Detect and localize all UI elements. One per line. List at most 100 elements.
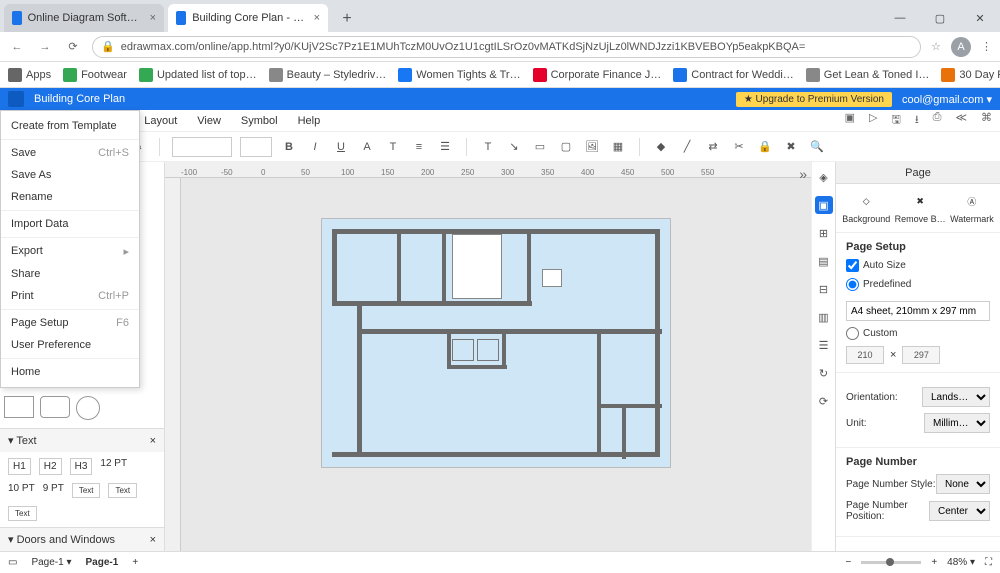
- close-icon[interactable]: ×: [150, 435, 156, 447]
- search-button[interactable]: 🔍: [808, 138, 826, 156]
- connector-button[interactable]: ↘: [505, 138, 523, 156]
- minimize-button[interactable]: —: [880, 4, 920, 32]
- h3-button[interactable]: H3: [70, 458, 93, 475]
- shape-rect-button[interactable]: ▭: [531, 138, 549, 156]
- image-button[interactable]: 🖼: [583, 138, 601, 156]
- orientation-select[interactable]: Lands…: [922, 387, 990, 407]
- line-button[interactable]: ╱: [678, 138, 696, 156]
- drawing-page[interactable]: [321, 218, 671, 468]
- font-select[interactable]: [172, 137, 232, 157]
- page-select[interactable]: Page-1 ▾: [31, 557, 71, 568]
- bookmark-item[interactable]: Updated list of top…: [139, 68, 257, 82]
- menu-save-as[interactable]: Save As: [1, 164, 139, 186]
- auto-size-checkbox[interactable]: Auto Size: [846, 259, 906, 272]
- font-size-select[interactable]: [240, 137, 272, 157]
- tab-watermark[interactable]: ⒶWatermark: [950, 192, 994, 224]
- user-menu[interactable]: cool@gmail.com: [902, 93, 992, 106]
- bookmark-item[interactable]: Contract for Weddi…: [673, 68, 794, 82]
- download-icon[interactable]: ⭳: [915, 111, 919, 130]
- help-icon[interactable]: ⟳: [815, 392, 833, 410]
- pn-pos-select[interactable]: Center: [929, 501, 990, 521]
- menu-create-template[interactable]: Create from Template: [1, 115, 139, 137]
- back-button[interactable]: ←: [8, 41, 26, 53]
- menu-page-setup[interactable]: Page SetupF6: [1, 312, 139, 334]
- print-icon[interactable]: ⎙: [933, 111, 942, 130]
- text-sample[interactable]: Text: [8, 506, 37, 521]
- bookmark-item[interactable]: Corporate Finance J…: [533, 68, 662, 82]
- menu-layout[interactable]: Layout: [144, 115, 177, 127]
- text-sample[interactable]: Text: [72, 483, 101, 498]
- reload-button[interactable]: ⟳: [64, 40, 82, 53]
- bookmark-item[interactable]: Get Lean & Toned I…: [806, 68, 930, 82]
- menu-print[interactable]: PrintCtrl+P: [1, 285, 139, 307]
- close-icon[interactable]: ×: [314, 12, 320, 24]
- browser-tab-2[interactable]: Building Core Plan - Edraw Max ×: [168, 4, 328, 32]
- layers-icon[interactable]: ▤: [815, 252, 833, 270]
- menu-help[interactable]: Help: [298, 115, 321, 127]
- app-logo[interactable]: [8, 91, 24, 107]
- theme-icon[interactable]: ◈: [815, 168, 833, 186]
- menu-user-preference[interactable]: User Preference: [1, 334, 139, 356]
- italic-button[interactable]: I: [306, 138, 324, 156]
- menu-symbol[interactable]: Symbol: [241, 115, 278, 127]
- share-icon[interactable]: ≪: [955, 111, 967, 130]
- text-tool-button[interactable]: T: [479, 138, 497, 156]
- play-icon[interactable]: ▷: [869, 111, 877, 130]
- fill-button[interactable]: ◆: [652, 138, 670, 156]
- apps-button[interactable]: Apps: [8, 68, 51, 82]
- profile-avatar[interactable]: A: [951, 37, 971, 57]
- menu-export[interactable]: Export▸: [1, 240, 139, 263]
- url-input[interactable]: 🔒 edrawmax.com/online/app.html?y0/KUjV2S…: [92, 36, 921, 58]
- page-settings-icon[interactable]: ▣: [815, 196, 833, 214]
- shape-rounded-button[interactable]: ▢: [557, 138, 575, 156]
- text-section-header[interactable]: ▾ Text ×: [0, 429, 164, 452]
- bookmark-item[interactable]: Women Tights & Tr…: [398, 68, 520, 82]
- text-sample[interactable]: Text: [108, 483, 137, 498]
- table-button[interactable]: ▦: [609, 138, 627, 156]
- doors-section-header[interactable]: ▾ Doors and Windows ×: [0, 528, 164, 551]
- history-icon[interactable]: ↻: [815, 364, 833, 382]
- height-input[interactable]: [902, 346, 940, 364]
- forward-button[interactable]: →: [36, 41, 54, 53]
- collapse-right-icon[interactable]: »: [799, 166, 807, 182]
- browser-tab-1[interactable]: Online Diagram Software - Edra… ×: [4, 4, 164, 32]
- upgrade-button[interactable]: ★ Upgrade to Premium Version: [736, 92, 892, 107]
- close-icon[interactable]: ×: [150, 12, 156, 24]
- lock-button[interactable]: 🔒: [756, 138, 774, 156]
- menu-rename[interactable]: Rename: [1, 186, 139, 208]
- close-window-button[interactable]: ✕: [960, 4, 1000, 32]
- h2-button[interactable]: H2: [39, 458, 62, 475]
- tab-background[interactable]: ◇Background: [842, 192, 890, 224]
- unit-select[interactable]: Millim…: [924, 413, 990, 433]
- crop-button[interactable]: ✂: [730, 138, 748, 156]
- pn-style-select[interactable]: None: [936, 474, 990, 494]
- page-tab[interactable]: Page-1: [86, 557, 119, 568]
- shape-rect[interactable]: [4, 396, 34, 418]
- underline-button[interactable]: U: [332, 138, 350, 156]
- menu-import[interactable]: Import Data: [1, 213, 139, 235]
- zoom-level[interactable]: 48% ▾: [947, 557, 975, 568]
- grid-icon[interactable]: ⊞: [815, 224, 833, 242]
- bookmark-item[interactable]: Beauty – Styledriv…: [269, 68, 387, 82]
- menu-home[interactable]: Home: [1, 361, 139, 383]
- arrow-style-button[interactable]: ⇄: [704, 138, 722, 156]
- bold-button[interactable]: B: [280, 138, 298, 156]
- align-button[interactable]: ≡: [410, 138, 428, 156]
- zoom-out-button[interactable]: −: [845, 557, 851, 568]
- outline-icon[interactable]: ☰: [815, 336, 833, 354]
- predefined-radio[interactable]: Predefined: [846, 278, 911, 291]
- list-button[interactable]: ☰: [436, 138, 454, 156]
- canvas[interactable]: [181, 178, 811, 551]
- link-icon[interactable]: ⌘: [981, 111, 992, 130]
- menu-share[interactable]: Share: [1, 263, 139, 285]
- font-color-button[interactable]: A: [358, 138, 376, 156]
- comments-icon[interactable]: ▥: [815, 308, 833, 326]
- settings-button[interactable]: ✖: [782, 138, 800, 156]
- bookmark-item[interactable]: 30 Day Fitness Chal…: [941, 68, 1000, 82]
- star-icon[interactable]: ☆: [931, 40, 941, 53]
- save-icon[interactable]: 🖫: [891, 111, 900, 130]
- zoom-in-button[interactable]: +: [931, 557, 937, 568]
- presentation-icon[interactable]: ▣: [845, 111, 855, 130]
- maximize-button[interactable]: ▢: [920, 4, 960, 32]
- bookmark-item[interactable]: Footwear: [63, 68, 127, 82]
